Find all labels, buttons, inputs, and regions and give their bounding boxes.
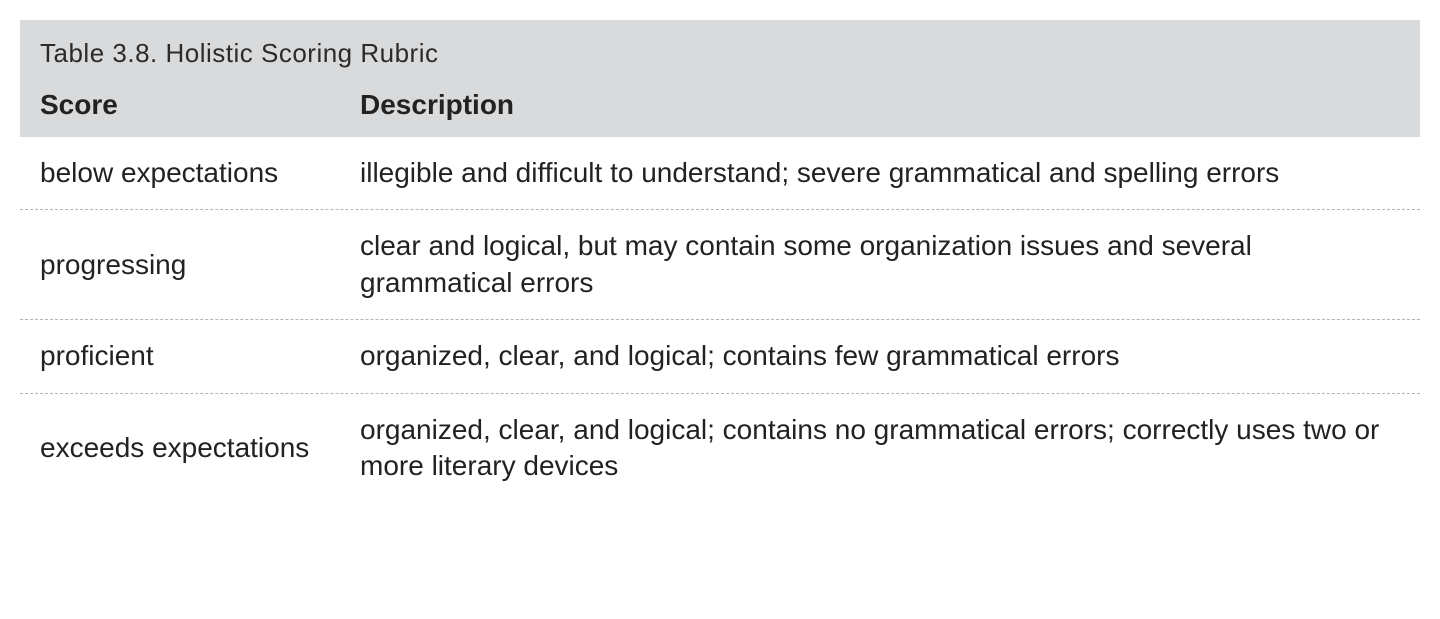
cell-score: exceeds expectations — [40, 432, 360, 464]
cell-score: proficient — [40, 340, 360, 372]
table-row: proficient organized, clear, and logical… — [20, 320, 1420, 393]
table-row: exceeds expectations organized, clear, a… — [20, 394, 1420, 503]
table-title-row: Table 3.8. Holistic Scoring Rubric — [20, 20, 1420, 83]
table-row: progressing clear and logical, but may c… — [20, 210, 1420, 320]
cell-description: organized, clear, and logical; contains … — [360, 338, 1400, 374]
rubric-table: Table 3.8. Holistic Scoring Rubric Score… — [20, 20, 1420, 502]
column-header-row: Score Description — [20, 83, 1420, 137]
cell-description: organized, clear, and logical; contains … — [360, 412, 1400, 485]
table-title: Table 3.8. Holistic Scoring Rubric — [40, 38, 439, 68]
table-body: below expectations illegible and difficu… — [20, 137, 1420, 502]
column-header-score: Score — [40, 89, 360, 121]
cell-score: progressing — [40, 249, 360, 281]
table-row: below expectations illegible and difficu… — [20, 137, 1420, 210]
column-header-description: Description — [360, 89, 1400, 121]
cell-score: below expectations — [40, 157, 360, 189]
cell-description: illegible and difficult to understand; s… — [360, 155, 1400, 191]
cell-description: clear and logical, but may contain some … — [360, 228, 1400, 301]
